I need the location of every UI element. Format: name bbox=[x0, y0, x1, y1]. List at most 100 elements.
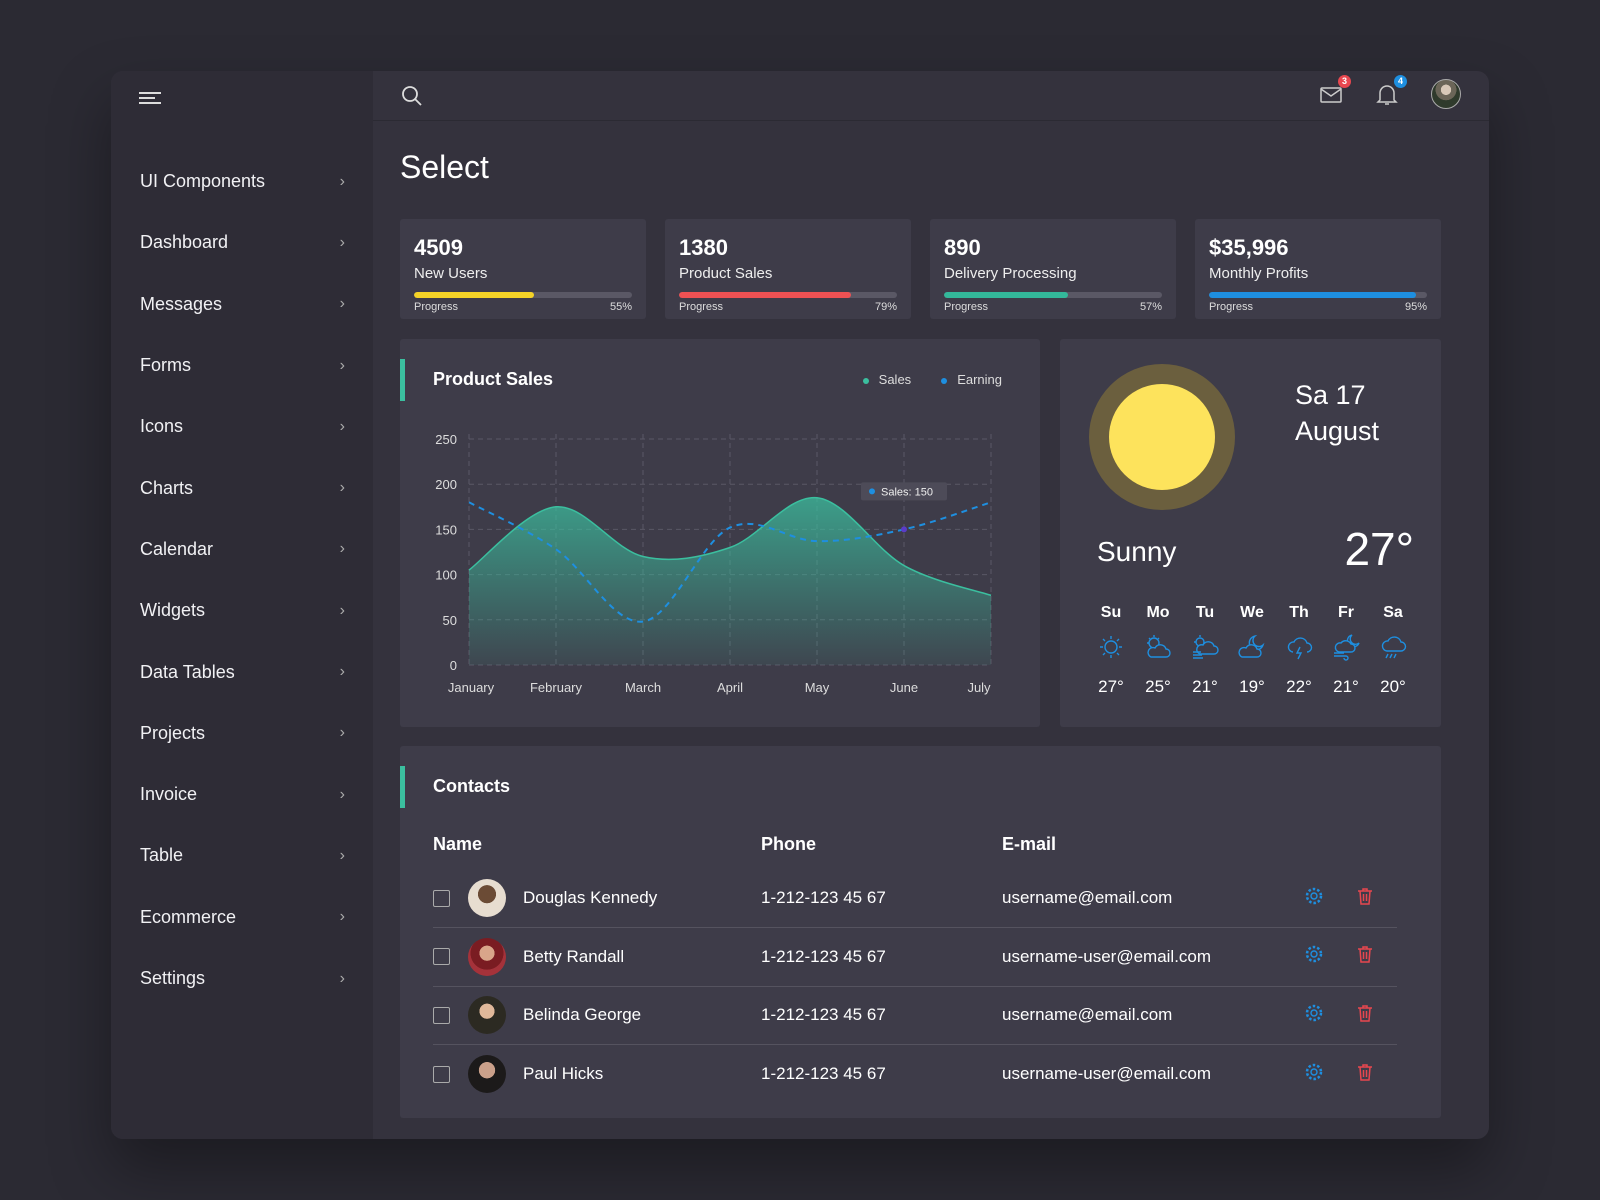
contact-phone: 1-212-123 45 67 bbox=[761, 927, 1002, 987]
chevron-right-icon: › bbox=[339, 663, 345, 681]
stat-value: 1380 bbox=[679, 235, 728, 260]
stat-card: 1380 Product Sales Progress 79% bbox=[665, 219, 911, 319]
sidebar-item[interactable]: Settings › bbox=[111, 948, 373, 1009]
delete-trash-icon[interactable] bbox=[1355, 944, 1375, 964]
sidebar-item[interactable]: Forms › bbox=[111, 335, 373, 396]
sidebar-item[interactable]: Projects › bbox=[111, 703, 373, 764]
stat-value: 4509 bbox=[414, 235, 463, 260]
tooltip-text: Sales: 150 bbox=[881, 486, 933, 498]
row-checkbox[interactable] bbox=[433, 889, 450, 907]
progress-bar bbox=[1209, 292, 1427, 298]
sidebar-item-label: Settings bbox=[140, 968, 206, 988]
sidebar-item[interactable]: Data Tables › bbox=[111, 641, 373, 702]
sidebar-item[interactable]: Widgets › bbox=[111, 580, 373, 641]
y-tick-label: 250 bbox=[435, 432, 457, 447]
day-temp: 20° bbox=[1380, 677, 1406, 696]
sidebar-item-label: Forms bbox=[140, 355, 191, 376]
progress-percent: 57% bbox=[1139, 301, 1162, 313]
delete-trash-icon[interactable] bbox=[1355, 1003, 1375, 1023]
x-tick-label: July bbox=[967, 680, 991, 695]
row-checkbox[interactable] bbox=[433, 948, 450, 966]
sidebar-item[interactable]: Ecommerce › bbox=[111, 887, 373, 948]
day-temp: 21° bbox=[1333, 677, 1359, 696]
delete-trash-icon[interactable] bbox=[1355, 1062, 1375, 1082]
user-avatar[interactable] bbox=[1431, 79, 1461, 109]
progress-percent: 55% bbox=[609, 301, 632, 313]
earning-point bbox=[901, 526, 907, 533]
sidebar-item[interactable]: Icons › bbox=[111, 396, 373, 457]
bell-badge: 4 bbox=[1394, 75, 1407, 88]
forecast-day: Sa 20° bbox=[1372, 604, 1414, 697]
settings-gear-icon[interactable] bbox=[1304, 1062, 1324, 1082]
delete-trash-icon[interactable] bbox=[1355, 886, 1375, 906]
table-row: Belinda George 1-212-123 45 67 username@… bbox=[433, 986, 1397, 1045]
contact-name: Douglas Kennedy bbox=[523, 888, 658, 907]
mail-badge: 3 bbox=[1338, 75, 1351, 88]
contacts-table: Name Phone E-mail Douglas Kennedy 1-212-… bbox=[433, 834, 1397, 1103]
stat-card: 4509 New Users Progress 55% bbox=[400, 219, 646, 319]
sidebar-item[interactable]: Dashboard › bbox=[111, 212, 373, 273]
forecast: Su 27° Mo 25° Tu 21° We 19° Th 22° Fr 21… bbox=[1090, 604, 1414, 697]
sidebar-item[interactable]: UI Components › bbox=[111, 151, 373, 212]
sidebar-item-label: Icons bbox=[140, 416, 184, 437]
x-tick-label: March bbox=[625, 680, 661, 695]
forecast-day: We 19° bbox=[1231, 604, 1273, 697]
weather-card: Sa 17 August Sunny 27° Su 27° Mo 25° Tu 2… bbox=[1060, 339, 1441, 727]
chevron-right-icon: › bbox=[339, 233, 345, 251]
hamburger-menu-icon[interactable] bbox=[139, 89, 161, 109]
sidebar: UI Components › Dashboard › Messages › Forms › I… bbox=[111, 71, 373, 1139]
sidebar-item[interactable]: Charts › bbox=[111, 457, 373, 518]
contact-name: Betty Randall bbox=[523, 946, 625, 966]
avatar bbox=[468, 879, 506, 917]
col-email: E-mail bbox=[1002, 834, 1057, 854]
forecast-day: Fr 21° bbox=[1325, 604, 1367, 697]
day-name: Th bbox=[1289, 604, 1309, 621]
progress-bar bbox=[679, 292, 897, 298]
search-icon[interactable] bbox=[401, 85, 423, 107]
sidebar-item-label: Projects bbox=[140, 722, 206, 743]
settings-gear-icon[interactable] bbox=[1304, 944, 1324, 964]
contact-phone: 1-212-123 45 67 bbox=[761, 1064, 886, 1083]
contact-email: username-user@email.com bbox=[1002, 927, 1277, 987]
weather-date: Sa 17 August bbox=[1295, 380, 1380, 446]
x-tick-label: June bbox=[890, 680, 918, 695]
sidebar-item-label: Invoice bbox=[140, 784, 198, 805]
avatar bbox=[468, 996, 506, 1035]
stat-card: $35,996 Monthly Profits Progress 95% bbox=[1195, 219, 1441, 319]
chevron-right-icon: › bbox=[339, 479, 345, 497]
product-sales-chart: 0 50 100 150 200 250 January February March April… bbox=[435, 432, 992, 695]
chevron-right-icon: › bbox=[339, 601, 345, 619]
chevron-right-icon: › bbox=[339, 908, 345, 926]
sidebar-item[interactable]: Invoice › bbox=[111, 764, 373, 825]
sidebar-item[interactable]: Table › bbox=[111, 825, 373, 886]
row-checkbox[interactable] bbox=[433, 1006, 450, 1024]
y-tick-label: 150 bbox=[435, 522, 457, 537]
contact-name: Paul Hicks bbox=[523, 1064, 604, 1083]
sidebar-item-label: Messages bbox=[140, 293, 223, 314]
x-tick-label: May bbox=[805, 680, 830, 695]
y-tick-label: 50 bbox=[443, 613, 457, 628]
notifications-button[interactable]: 4 bbox=[1375, 75, 1407, 107]
chevron-right-icon: › bbox=[339, 172, 345, 190]
row-checkbox[interactable] bbox=[433, 1065, 450, 1083]
stat-label: Delivery Processing bbox=[944, 265, 1077, 282]
progress-label: Progress bbox=[1209, 301, 1254, 313]
day-name: Su bbox=[1100, 604, 1122, 621]
card-accent bbox=[400, 766, 405, 808]
sidebar-item[interactable]: Calendar › bbox=[111, 519, 373, 580]
progress-bar bbox=[944, 292, 1162, 298]
day-temp: 25° bbox=[1145, 677, 1171, 696]
settings-gear-icon[interactable] bbox=[1304, 886, 1324, 906]
sidebar-item[interactable]: Messages › bbox=[111, 274, 373, 335]
y-tick-label: 200 bbox=[435, 477, 457, 492]
stat-value: $35,996 bbox=[1209, 235, 1289, 260]
tooltip-dot bbox=[869, 488, 875, 495]
day-name: Tu bbox=[1195, 604, 1215, 621]
day-temp: 19° bbox=[1239, 677, 1265, 696]
page-title: Select bbox=[400, 149, 489, 185]
mail-button[interactable]: 3 bbox=[1319, 75, 1351, 107]
settings-gear-icon[interactable] bbox=[1304, 1003, 1324, 1023]
contact-email: username-user@email.com bbox=[1002, 1064, 1212, 1083]
top-header: 3 4 bbox=[373, 71, 1489, 121]
contacts-title: Contacts bbox=[433, 776, 511, 796]
